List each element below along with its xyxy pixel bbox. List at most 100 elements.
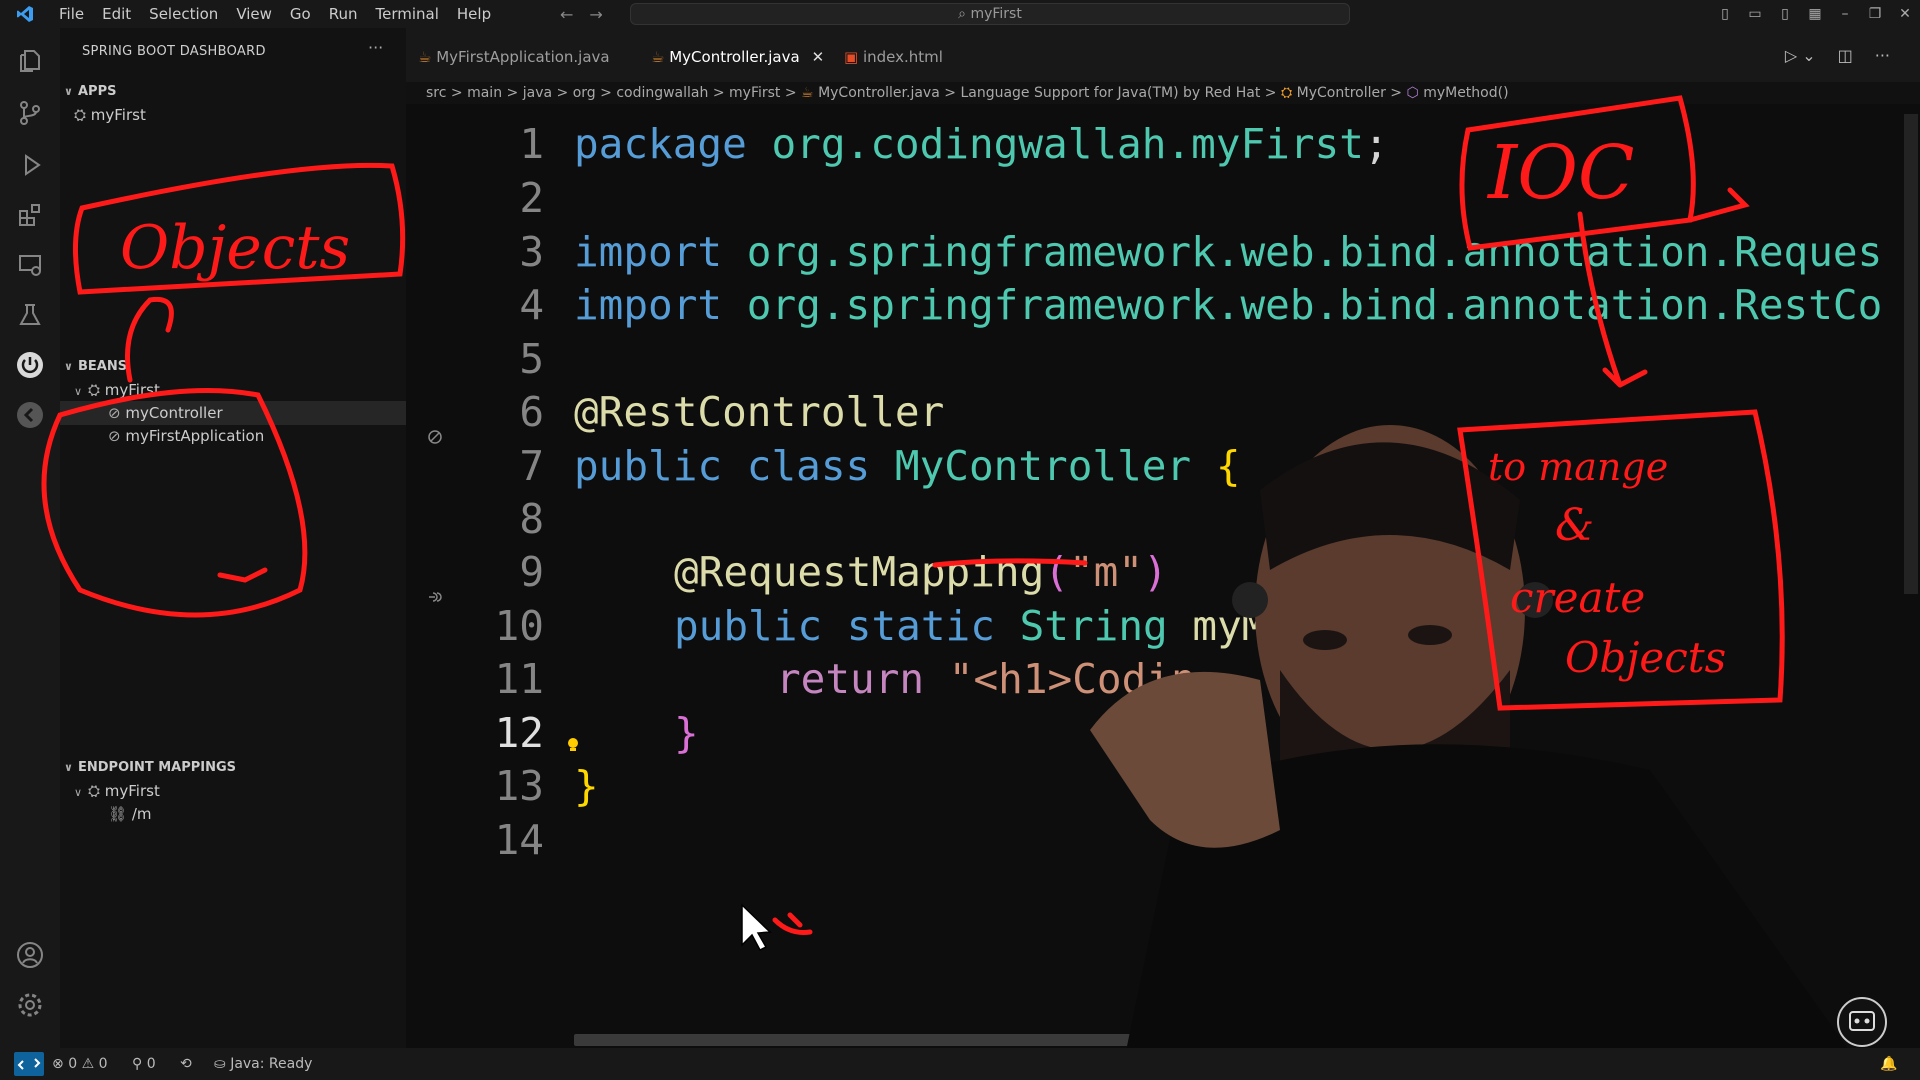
beans-project-myfirst[interactable]: ∨ ⛭ myFirst: [60, 378, 406, 402]
code-token: myM: [1192, 602, 1267, 650]
chevron-left-icon[interactable]: [15, 400, 45, 430]
menu-selection[interactable]: Selection: [140, 0, 227, 28]
tab-myfirstapplication[interactable]: ☕ MyFirstApplication.java: [418, 42, 610, 72]
menu-go[interactable]: Go: [281, 0, 320, 28]
app-item-myfirst[interactable]: ⛭ myFirst: [60, 103, 406, 127]
horizontal-scrollbar[interactable]: [574, 1034, 1274, 1046]
menu-help[interactable]: Help: [448, 0, 500, 28]
menu-terminal[interactable]: Terminal: [367, 0, 448, 28]
tab-index-html[interactable]: ▣ index.html: [844, 42, 943, 72]
source-control-icon[interactable]: [15, 98, 45, 128]
breadcrumb-item[interactable]: myMethod(): [1423, 85, 1508, 101]
menu-file[interactable]: File: [50, 0, 93, 28]
run-icon[interactable]: ▷ ⌄: [1785, 46, 1816, 65]
project-icon: ⛭: [88, 381, 105, 399]
line-number: 11: [494, 655, 544, 703]
beans-section-header[interactable]: ∨ BEANS: [60, 355, 406, 379]
line-number: 13: [494, 762, 544, 810]
restore-icon[interactable]: ❐: [1860, 6, 1890, 22]
link-icon: ⛓: [108, 805, 132, 823]
status-bar: ⊗ 0 ⚠ 0 ⚲ 0 ⟲ ⛀ Java: Ready 🔔: [0, 1048, 1920, 1080]
breadcrumb-item[interactable]: main: [467, 85, 502, 101]
explorer-icon[interactable]: [15, 46, 45, 76]
endpoint-mappings-section-header[interactable]: ∨ ENDPOINT MAPPINGS: [60, 756, 406, 780]
menu-view[interactable]: View: [227, 0, 281, 28]
tab-mycontroller[interactable]: ☕ MyController.java ✕: [651, 42, 824, 72]
spring-boot-dashboard-icon[interactable]: [15, 350, 45, 380]
lightbulb-icon[interactable]: [566, 711, 586, 751]
code-line: 13 }: [406, 756, 1920, 816]
breadcrumb: src > main > java > org > codingwallah >…: [406, 82, 1920, 104]
antenna-icon: ⚲: [132, 1056, 143, 1072]
toggle-sidebar-icon[interactable]: ▯: [1710, 6, 1740, 22]
code-token: org.springframework.web.bind.annotation.…: [746, 281, 1883, 329]
line-number: 2: [519, 174, 544, 222]
code-token: ): [1143, 548, 1168, 596]
code-token: String: [1019, 602, 1168, 650]
ports-count: 0: [146, 1056, 156, 1072]
debug-launch-icon[interactable]: ⟲: [180, 1048, 192, 1080]
endpoint-item-m[interactable]: ⛓ /m: [60, 802, 406, 826]
breadcrumb-item[interactable]: MyController: [1297, 85, 1386, 101]
toggle-secondary-sidebar-icon[interactable]: ▯: [1770, 6, 1800, 22]
beans-header-label: BEANS: [78, 359, 128, 374]
forward-arrow-icon[interactable]: →: [589, 5, 602, 24]
toggle-panel-icon[interactable]: ▭: [1740, 6, 1770, 22]
code-token: @RequestMapping: [674, 548, 1045, 596]
bean-icon: ⊘: [108, 427, 126, 445]
spring-boot-dashboard-sidebar: SPRING BOOT DASHBOARD ··· ∨ APPS ⛭ myFirs…: [60, 28, 406, 1048]
back-arrow-icon[interactable]: ←: [560, 5, 573, 24]
java-status[interactable]: ⛀ Java: Ready: [214, 1048, 312, 1080]
code-editor[interactable]: 1 package org.codingwallah.myFirst; 2 3 …: [406, 104, 1920, 1048]
run-debug-icon[interactable]: [15, 150, 45, 180]
code-line: 11 return "<h1>Codin: [406, 649, 1920, 709]
code-token: MyController: [894, 442, 1192, 490]
notifications-bell-icon[interactable]: 🔔: [1880, 1048, 1897, 1080]
code-line: 3 import org.springframework.web.bind.an…: [406, 222, 1920, 282]
more-actions-icon[interactable]: ···: [1875, 46, 1890, 65]
remote-indicator[interactable]: [14, 1052, 44, 1076]
code-line: 2: [406, 168, 1920, 228]
menu-run[interactable]: Run: [320, 0, 367, 28]
split-editor-icon[interactable]: ◫: [1838, 46, 1853, 65]
tab-label: index.html: [862, 48, 943, 66]
line-number: 5: [519, 335, 544, 383]
apps-section-header[interactable]: ∨ APPS: [60, 80, 406, 104]
code-token: }: [674, 709, 699, 757]
bean-item-myfirstapplication[interactable]: ⊘ myFirstApplication: [60, 424, 406, 448]
customize-layout-icon[interactable]: ▦: [1800, 6, 1830, 22]
ports-indicator[interactable]: ⚲ 0: [132, 1048, 156, 1080]
bean-item-label: myController: [125, 404, 223, 422]
problems-indicator[interactable]: ⊗ 0 ⚠ 0: [52, 1048, 108, 1080]
breadcrumb-item[interactable]: codingwallah: [616, 85, 708, 101]
endpoints-project-myfirst[interactable]: ∨ ⛭ myFirst: [60, 779, 406, 803]
close-tab-icon[interactable]: ✕: [812, 48, 825, 66]
endpoints-header-label: ENDPOINT MAPPINGS: [78, 760, 237, 775]
settings-gear-icon[interactable]: [15, 990, 45, 1020]
breadcrumb-item[interactable]: myFirst: [729, 85, 780, 101]
title-bar: File Edit Selection View Go Run Terminal…: [0, 0, 1920, 28]
code-line: 10 public static String myM: [406, 596, 1920, 656]
breadcrumb-item[interactable]: MyController.java: [818, 85, 940, 101]
java-file-icon: ☕: [651, 48, 670, 66]
breadcrumb-item[interactable]: org: [573, 85, 596, 101]
minimize-icon[interactable]: –: [1830, 6, 1860, 22]
accounts-icon[interactable]: [15, 940, 45, 970]
code-token: }: [574, 762, 599, 810]
testing-icon[interactable]: [15, 300, 45, 330]
vertical-scrollbar[interactable]: [1904, 114, 1918, 594]
close-window-icon[interactable]: ✕: [1890, 6, 1920, 22]
remote-explorer-icon[interactable]: [15, 250, 45, 280]
breadcrumb-item[interactable]: java: [523, 85, 552, 101]
code-line: 7 public class MyController {: [406, 436, 1920, 496]
method-icon: ⬡: [1406, 85, 1419, 101]
extensions-icon[interactable]: [15, 200, 45, 230]
menu-edit[interactable]: Edit: [93, 0, 140, 28]
command-center-search[interactable]: ⌕ myFirst: [630, 3, 1350, 25]
breadcrumb-item[interactable]: src: [426, 85, 446, 101]
code-line: 4 import org.springframework.web.bind.an…: [406, 275, 1920, 335]
breadcrumb-item[interactable]: Language Support for Java(TM) by Red Hat: [960, 85, 1260, 101]
line-number: 9: [519, 548, 544, 596]
more-actions-icon[interactable]: ···: [368, 38, 383, 57]
bean-item-mycontroller[interactable]: ⊘ myController: [60, 401, 406, 425]
